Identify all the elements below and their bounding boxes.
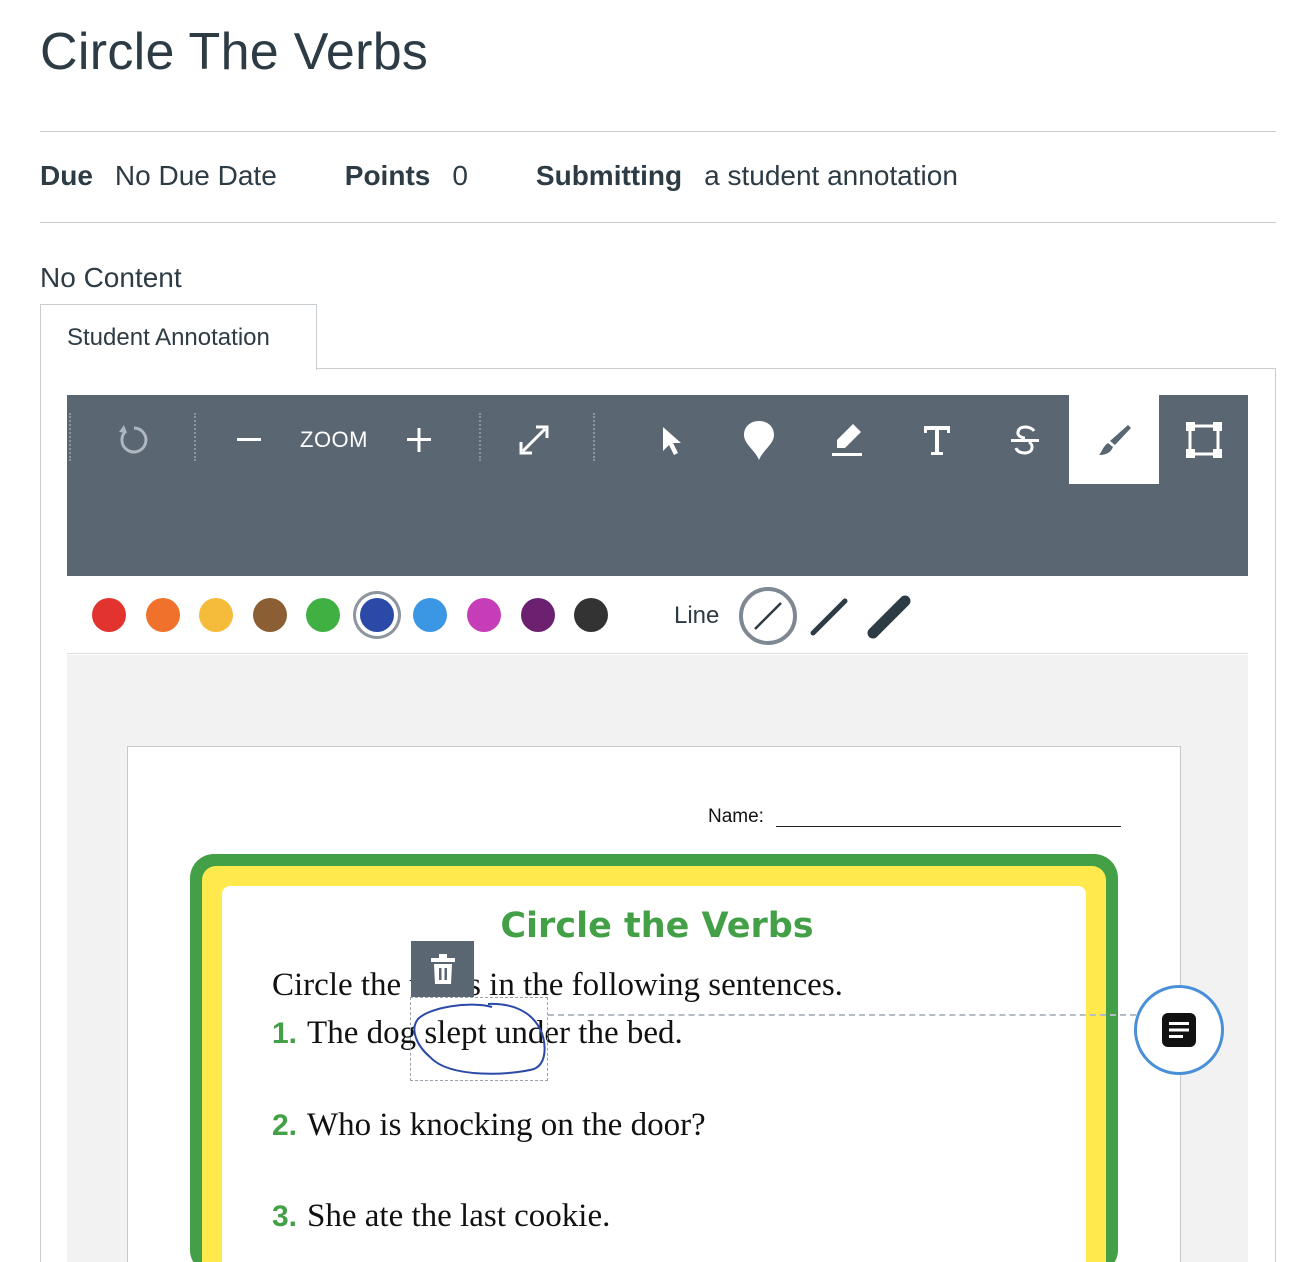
page-title: Circle The Verbs [40,23,429,81]
item-number: 3. [272,1200,298,1233]
minus-icon [237,437,261,441]
toolbar-separator [479,413,481,461]
points-value: 0 [452,160,468,191]
draw-tool-button[interactable] [1069,395,1159,484]
brush-icon [1099,424,1131,455]
line-width-thin-button[interactable] [807,595,851,639]
line-thin-icon [810,598,848,636]
delete-annotation-button[interactable] [411,941,474,997]
select-tool-button[interactable] [625,395,713,484]
item-text: Who is knocking on the door? [307,1107,706,1143]
color-swatch-brown[interactable] [253,598,287,632]
due-label: Due [40,160,93,191]
color-swatch-dark-blue[interactable] [360,598,394,632]
name-field-label: Name: [708,806,764,827]
expand-icon [519,425,549,454]
pin-icon [744,420,774,460]
highlight-tool-button[interactable] [803,395,891,484]
freehand-circle-annotation[interactable] [410,997,548,1081]
toolbar-separator [194,413,196,461]
due-value: No Due Date [114,160,277,191]
item-number: 2. [272,1109,298,1142]
item-number: 1. [272,1017,298,1050]
color-swatch-black[interactable] [574,598,608,632]
tab-student-annotation[interactable]: Student Annotation [40,304,317,370]
item-text: She ate the last cookie. [307,1198,611,1234]
assignment-description: No Content [40,262,182,293]
fit-page-button[interactable] [499,395,569,484]
worksheet-title: Circle the Verbs [500,906,814,946]
line-none-icon [739,587,797,645]
color-swatch-pink[interactable] [467,598,501,632]
comment-icon [1162,1013,1196,1047]
draw-options-bar: Line [67,580,1248,654]
strikethrough-icon [1011,425,1039,455]
line-width-thick-button[interactable] [865,593,913,641]
worksheet-item: 2. Who is knocking on the door? [272,1107,706,1144]
points-label: Points [344,160,431,191]
color-swatch-orange[interactable] [146,598,180,632]
toolbar-separator [593,413,595,461]
annotation-comment-button[interactable] [1134,985,1224,1075]
worksheet-item: 3. She ate the last cookie. [272,1198,610,1235]
tab-label: Student Annotation [67,323,270,351]
color-swatch-yellow[interactable] [199,598,233,632]
annotation-comment-connector [548,1014,1136,1016]
line-width-none-button[interactable] [737,585,799,647]
zoom-label: ZOOM [300,426,368,452]
trash-icon [430,954,455,984]
strikeout-tool-button[interactable] [981,395,1069,484]
name-field-line [776,826,1121,827]
rotate-button[interactable] [97,395,171,484]
assignment-details: Due No Due Date Points 0 Submitting a st… [40,160,1026,192]
worksheet-instruction: Circle the verbs in the following senten… [272,967,843,1003]
submitting-value: a student annotation [704,160,958,191]
color-swatch-purple[interactable] [521,598,555,632]
annotation-selection-box[interactable] [410,997,548,1081]
toolbar-separator [69,413,71,461]
color-swatch-green[interactable] [306,598,340,632]
divider [40,222,1276,223]
highlighter-icon [832,423,862,456]
divider [40,131,1276,132]
text-tool-button[interactable] [893,395,981,484]
point-tool-button[interactable] [715,395,803,484]
line-width-label: Line [674,602,720,629]
text-icon [924,425,950,455]
zoom-out-button[interactable] [217,395,281,484]
annotation-toolbar: ZOOM [67,395,1248,576]
line-thick-icon [867,595,911,639]
rotate-icon [119,424,148,453]
plus-icon [407,427,431,452]
zoom-in-button[interactable] [387,395,451,484]
area-tool-button[interactable] [1159,395,1248,484]
color-swatch-red[interactable] [92,598,126,632]
pointer-icon [663,426,681,455]
area-select-icon [1185,421,1222,458]
submitting-label: Submitting [535,160,683,191]
color-swatch-light-blue[interactable] [413,598,447,632]
